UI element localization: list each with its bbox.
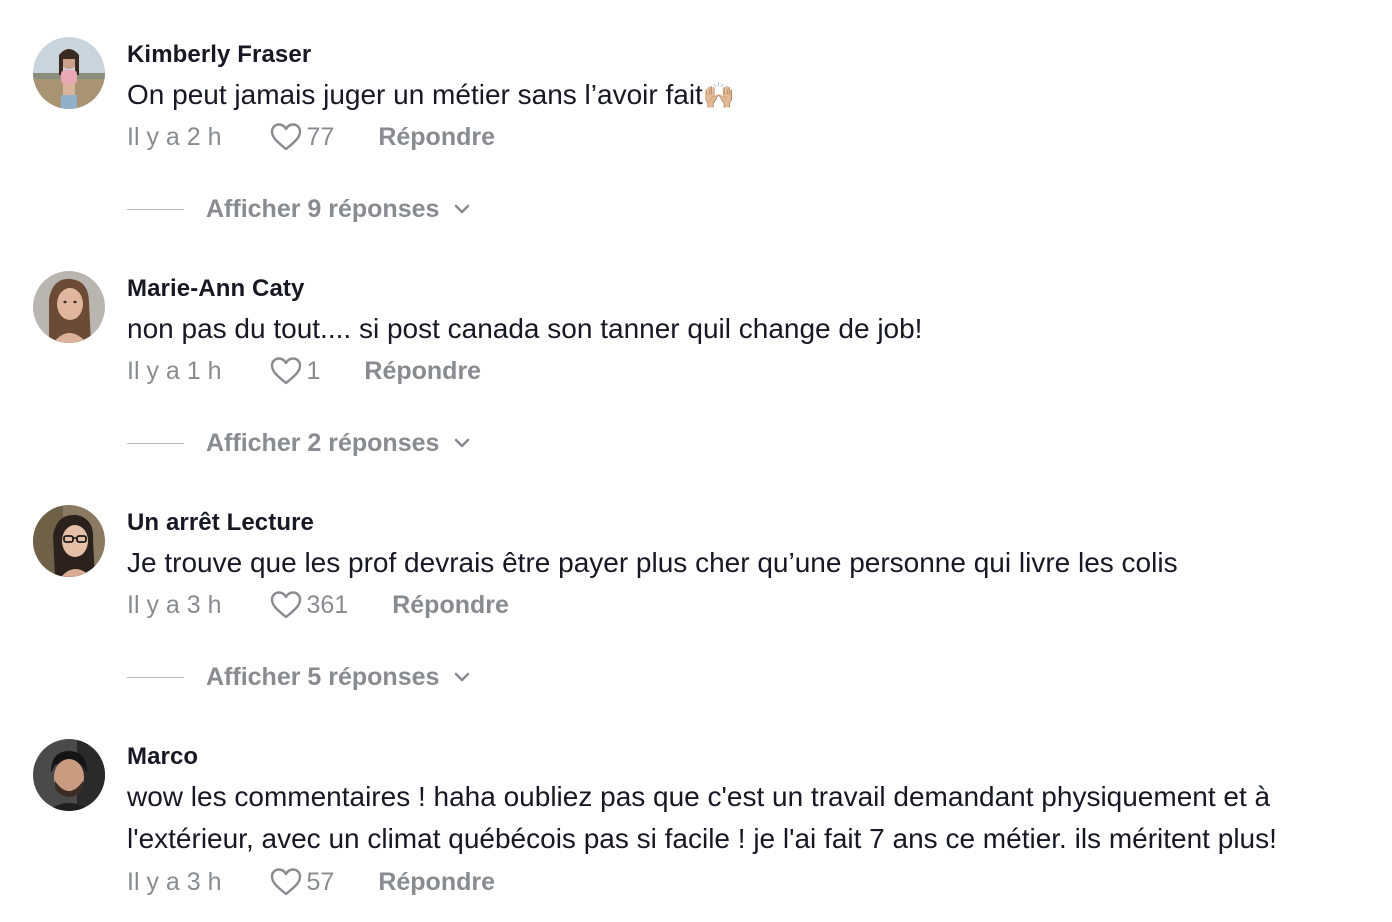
divider (127, 676, 184, 678)
view-replies-button[interactable]: Afficher 9 réponses (127, 192, 471, 226)
avatar[interactable] (33, 37, 105, 109)
comment-timestamp: Il y a 2 h (127, 122, 222, 151)
heart-icon (270, 357, 301, 385)
comment-text: wow les commentaires ! haha oubliez pas … (127, 781, 1277, 854)
view-replies-label: Afficher 2 réponses (206, 428, 440, 457)
like-count: 1 (306, 356, 321, 385)
comment-timestamp: Il y a 3 h (127, 867, 222, 896)
comment-meta: Il y a 2 h 77 Répondre (127, 120, 495, 154)
like-count: 361 (306, 590, 349, 619)
comment-timestamp: Il y a 1 h (127, 356, 222, 385)
chevron-down-icon (455, 672, 470, 682)
comment-username[interactable]: Marco (127, 743, 198, 771)
reply-button[interactable]: Répondre (378, 123, 495, 152)
chevron-down-icon (455, 204, 470, 214)
view-replies-label: Afficher 9 réponses (206, 194, 440, 223)
view-replies-button[interactable]: Afficher 5 réponses (127, 660, 471, 694)
heart-icon (270, 591, 301, 619)
reply-button[interactable]: Répondre (392, 591, 509, 620)
comment-username[interactable]: Kimberly Fraser (127, 41, 311, 69)
comment-text: On peut jamais juger un métier sans l’av… (127, 74, 1367, 116)
raised-hands-emoji: 🙌🏼 (702, 80, 736, 110)
avatar[interactable] (33, 271, 105, 343)
comment-username[interactable]: Marie-Ann Caty (127, 275, 304, 303)
like-button[interactable]: 1 (270, 356, 321, 386)
avatar[interactable] (33, 739, 105, 811)
like-count: 77 (306, 122, 335, 151)
comment-text: non pas du tout.... si post canada son t… (127, 313, 923, 344)
divider (127, 208, 184, 210)
reply-button[interactable]: Répondre (378, 868, 495, 897)
chevron-down-icon (455, 438, 470, 448)
comment-meta: Il y a 3 h 57 Répondre (127, 865, 495, 899)
divider (127, 442, 184, 444)
like-count: 57 (306, 867, 335, 896)
view-replies-button[interactable]: Afficher 2 réponses (127, 426, 471, 460)
heart-icon (270, 123, 301, 151)
heart-icon (270, 868, 301, 896)
comment-text: Je trouve que les prof devrais être paye… (127, 547, 1178, 578)
view-replies-label: Afficher 5 réponses (206, 662, 440, 691)
comment-text-content: On peut jamais juger un métier sans l’av… (127, 79, 703, 110)
comment-username[interactable]: Un arrêt Lecture (127, 509, 314, 537)
like-button[interactable]: 77 (270, 122, 335, 152)
reply-button[interactable]: Répondre (364, 357, 481, 386)
comment-timestamp: Il y a 3 h (127, 590, 222, 619)
avatar[interactable] (33, 505, 105, 577)
like-button[interactable]: 57 (270, 867, 335, 897)
comment-meta: Il y a 3 h 361 Répondre (127, 588, 509, 622)
comment-meta: Il y a 1 h 1 Répondre (127, 354, 481, 388)
like-button[interactable]: 361 (270, 590, 349, 620)
